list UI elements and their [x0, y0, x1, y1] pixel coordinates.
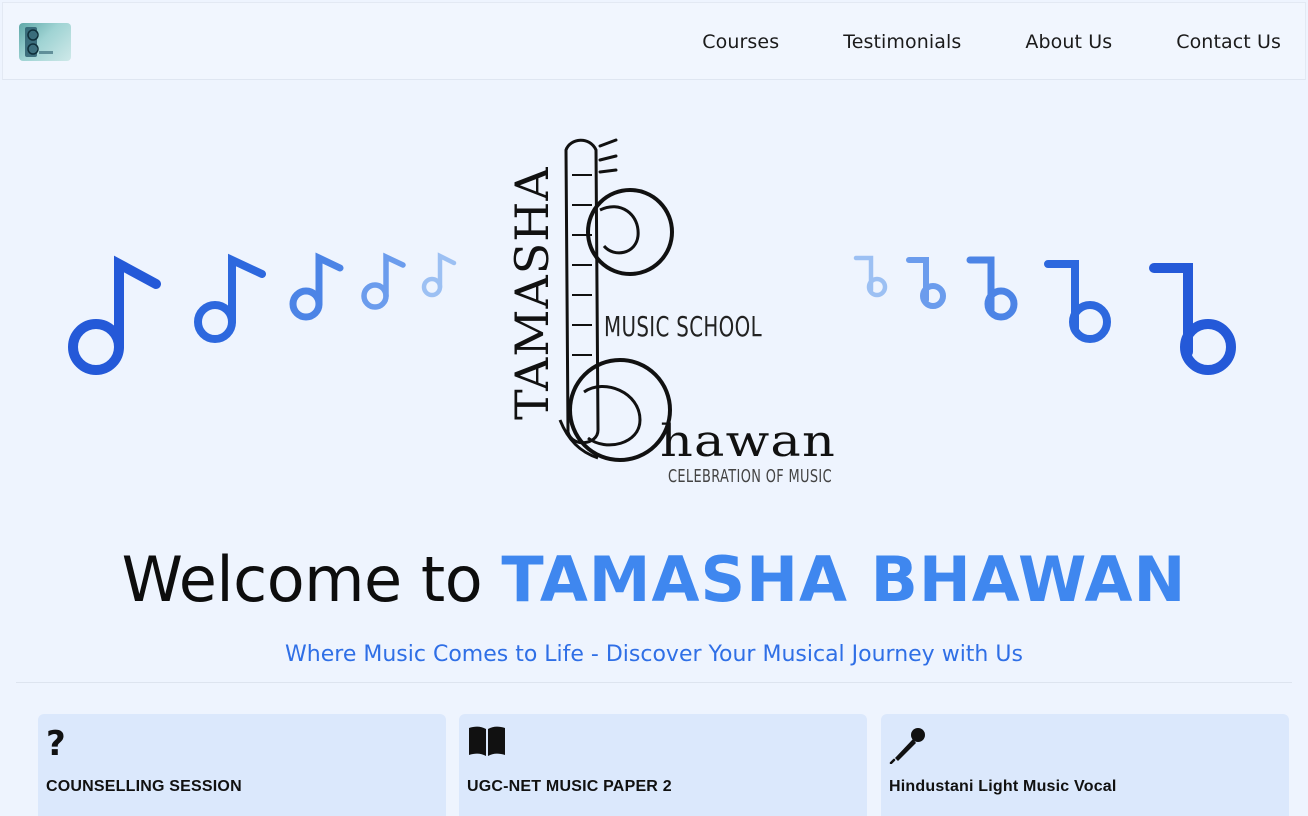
- music-note-icon: [966, 256, 1018, 321]
- hero-headline: Welcome to TAMASHA BHAWAN: [0, 540, 1308, 620]
- course-cards: ? COUNSELLING SESSION UGC-NET MUSIC PAPE…: [38, 714, 1290, 816]
- course-card-light-music-vocal[interactable]: Hindustani Light Music Vocal: [881, 714, 1289, 816]
- logo-hawan-text: hawan: [660, 416, 836, 467]
- hero-art: TAMASHA MUSIC SCHOOL hawan CELEBRATION O…: [68, 138, 1236, 487]
- hero-tagline: Where Music Comes to Life - Discover You…: [285, 642, 1023, 667]
- music-note-icon: [289, 252, 344, 321]
- course-card-title: Hindustani Light Music Vocal: [889, 778, 1117, 795]
- book-icon: [467, 724, 507, 764]
- navbar: Courses Testimonials About Us Contact Us: [2, 2, 1306, 80]
- nav-link-testimonials[interactable]: Testimonials: [843, 29, 961, 59]
- music-note-icon: [1149, 263, 1236, 375]
- nav-links: Courses Testimonials About Us Contact Us: [702, 29, 1281, 59]
- music-note-icon: [68, 255, 161, 375]
- section-divider: [16, 682, 1292, 683]
- music-note-icon: [853, 255, 888, 298]
- logo-celebration-text: CELEBRATION OF MUSIC: [668, 466, 832, 487]
- course-card-title: COUNSELLING SESSION: [46, 778, 242, 795]
- logo-vertical-text: TAMASHA: [505, 166, 559, 420]
- school-logo: TAMASHA MUSIC SCHOOL hawan CELEBRATION O…: [505, 138, 836, 487]
- logo-music-school-text: MUSIC SCHOOL: [604, 310, 762, 343]
- music-note-icon: [361, 252, 406, 310]
- course-card-ugc-net[interactable]: UGC-NET MUSIC PAPER 2: [459, 714, 867, 816]
- music-note-icon: [1044, 260, 1111, 343]
- nav-link-contact-us[interactable]: Contact Us: [1176, 29, 1281, 59]
- microphone-icon: [889, 724, 929, 765]
- headline-prefix: Welcome to: [121, 543, 502, 616]
- question-icon: ?: [46, 724, 66, 764]
- course-card-title: UGC-NET MUSIC PAPER 2: [467, 778, 672, 795]
- site-logo[interactable]: [19, 23, 71, 61]
- music-note-icon: [194, 253, 266, 343]
- course-card-counselling[interactable]: ? COUNSELLING SESSION: [38, 714, 446, 816]
- headline-brand: TAMASHA BHAWAN: [501, 543, 1187, 616]
- nav-link-courses[interactable]: Courses: [702, 29, 779, 59]
- music-note-icon: [906, 257, 946, 309]
- logo-mark-icon: [25, 27, 53, 57]
- music-note-icon: [421, 252, 457, 298]
- nav-link-about-us[interactable]: About Us: [1025, 29, 1112, 59]
